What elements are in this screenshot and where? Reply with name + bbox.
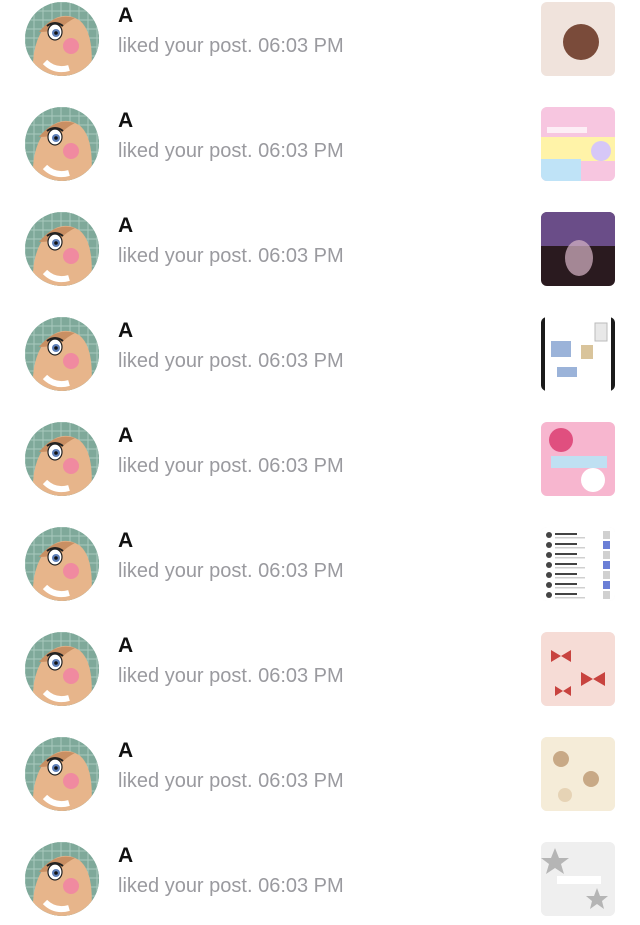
notification-row[interactable]: A liked your post. 06:03 PM [0,505,640,610]
user-avatar[interactable] [25,2,99,76]
user-name[interactable]: A [118,529,133,553]
user-name[interactable]: A [118,214,133,238]
notification-row[interactable]: A liked your post. 06:03 PM [0,295,640,400]
post-thumbnail[interactable] [541,632,615,706]
notification-time: 06:03 PM [258,35,344,57]
cartoon-girl-avatar-icon [25,422,99,496]
notification-time: 06:03 PM [258,245,344,267]
user-name[interactable]: A [118,844,133,868]
notification-action: liked your post. [118,665,253,687]
post-thumbnail-image [541,2,615,76]
user-name[interactable]: A [118,109,133,133]
notification-time: 06:03 PM [258,140,344,162]
user-name[interactable]: A [118,739,133,763]
post-thumbnail-image [541,107,615,181]
cartoon-girl-avatar-icon [25,842,99,916]
post-thumbnail-image [541,422,615,496]
notification-time: 06:03 PM [258,560,344,582]
notification-action: liked your post. [118,560,253,582]
post-thumbnail[interactable] [541,107,615,181]
post-thumbnail[interactable] [541,842,615,916]
notification-row[interactable]: A liked your post. 06:03 PM [0,610,640,715]
post-thumbnail[interactable] [541,422,615,496]
user-avatar[interactable] [25,632,99,706]
notification-action: liked your post. [118,770,253,792]
cartoon-girl-avatar-icon [25,212,99,286]
notification-action: liked your post. [118,350,253,372]
cartoon-girl-avatar-icon [25,632,99,706]
user-avatar[interactable] [25,317,99,391]
post-thumbnail[interactable] [541,527,615,601]
user-name[interactable]: A [118,424,133,448]
notification-row[interactable]: A liked your post. 06:03 PM [0,190,640,295]
cartoon-girl-avatar-icon [25,737,99,811]
notification-action: liked your post. [118,455,253,477]
user-avatar[interactable] [25,212,99,286]
notification-time: 06:03 PM [258,875,344,897]
notification-row[interactable]: A liked your post. 06:03 PM [0,400,640,505]
notification-row[interactable]: A liked your post. 06:03 PM [0,715,640,820]
post-thumbnail[interactable] [541,317,615,391]
notification-action: liked your post. [118,875,253,897]
post-thumbnail-image [541,527,615,601]
user-avatar[interactable] [25,527,99,601]
post-thumbnail[interactable] [541,737,615,811]
notification-text: liked your post. 06:03 PM [118,665,344,688]
cartoon-girl-avatar-icon [25,107,99,181]
cartoon-girl-avatar-icon [25,2,99,76]
notification-time: 06:03 PM [258,350,344,372]
notification-text: liked your post. 06:03 PM [118,455,344,478]
post-thumbnail-image [541,842,615,916]
notification-action: liked your post. [118,35,253,57]
notification-time: 06:03 PM [258,770,344,792]
cartoon-girl-avatar-icon [25,527,99,601]
notification-action: liked your post. [118,245,253,267]
notification-text: liked your post. 06:03 PM [118,35,344,58]
cartoon-girl-avatar-icon [25,317,99,391]
notification-text: liked your post. 06:03 PM [118,770,344,793]
post-thumbnail-image [541,632,615,706]
user-avatar[interactable] [25,107,99,181]
notification-time: 06:03 PM [258,455,344,477]
notification-row[interactable]: A liked your post. 06:03 PM [0,820,640,925]
post-thumbnail-image [541,212,615,286]
user-name[interactable]: A [118,634,133,658]
notification-text: liked your post. 06:03 PM [118,875,344,898]
notification-action: liked your post. [118,140,253,162]
user-avatar[interactable] [25,422,99,496]
post-thumbnail[interactable] [541,212,615,286]
user-name[interactable]: A [118,319,133,343]
post-thumbnail-image [541,737,615,811]
user-avatar[interactable] [25,842,99,916]
notification-text: liked your post. 06:03 PM [118,350,344,373]
notification-list: A liked your post. 06:03 PM A liked your… [0,0,640,925]
notification-row[interactable]: A liked your post. 06:03 PM [0,85,640,190]
user-name[interactable]: A [118,4,133,28]
notification-text: liked your post. 06:03 PM [118,560,344,583]
notification-row[interactable]: A liked your post. 06:03 PM [0,0,640,85]
notification-text: liked your post. 06:03 PM [118,245,344,268]
user-avatar[interactable] [25,737,99,811]
notification-text: liked your post. 06:03 PM [118,140,344,163]
post-thumbnail[interactable] [541,2,615,76]
notification-time: 06:03 PM [258,665,344,687]
post-thumbnail-image [541,317,615,391]
